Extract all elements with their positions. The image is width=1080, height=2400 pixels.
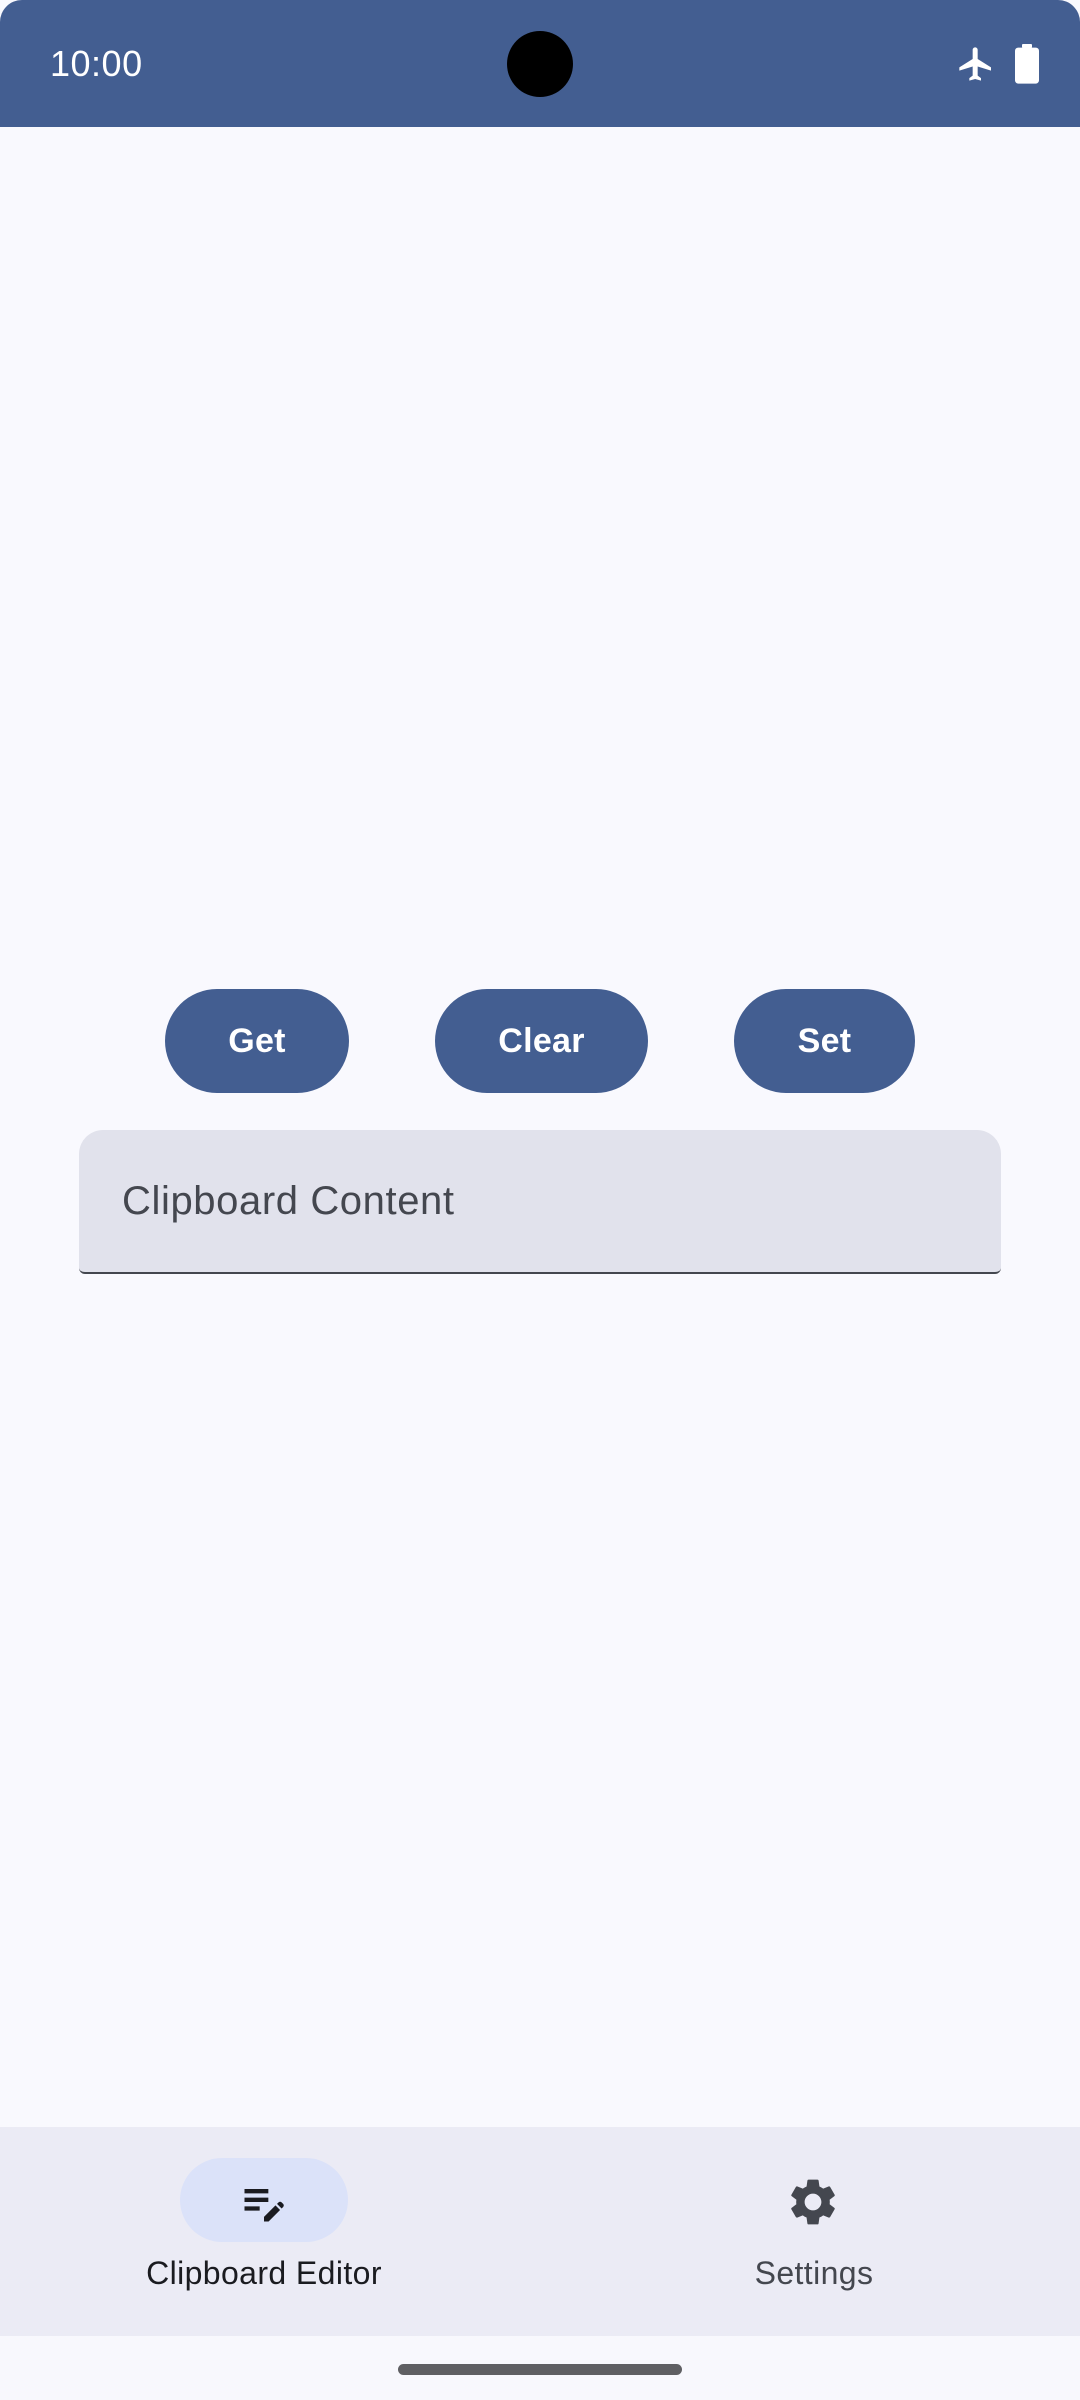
status-icons [956, 40, 1040, 88]
clipboard-content-field[interactable]: Clipboard Content [79, 1130, 1001, 1274]
camera-cutout [507, 31, 573, 97]
bottom-navigation: Clipboard Editor Settings [0, 2127, 1080, 2336]
get-button[interactable]: Get [165, 989, 349, 1093]
clipboard-content-label: Clipboard Content [122, 1179, 455, 1223]
gesture-handle[interactable] [398, 2364, 682, 2375]
nav-label-clipboard-editor: Clipboard Editor [146, 2255, 382, 2291]
edit-note-icon [238, 2176, 290, 2228]
gesture-area [0, 2336, 1080, 2400]
battery-icon [1014, 44, 1040, 84]
app-screen: 10:00 Get Clear Set Clipboard Content Cl… [0, 0, 1080, 2400]
clear-button[interactable]: Clear [435, 989, 648, 1093]
status-time: 10:00 [50, 43, 143, 84]
nav-label-settings: Settings [754, 2255, 874, 2291]
airplane-mode-icon [956, 44, 996, 84]
gear-icon [785, 2174, 837, 2226]
nav-item-settings[interactable]: Settings [540, 2127, 1080, 2336]
set-button[interactable]: Set [734, 989, 915, 1093]
nav-item-clipboard-editor[interactable]: Clipboard Editor [0, 2127, 540, 2336]
status-bar: 10:00 [0, 0, 1080, 127]
